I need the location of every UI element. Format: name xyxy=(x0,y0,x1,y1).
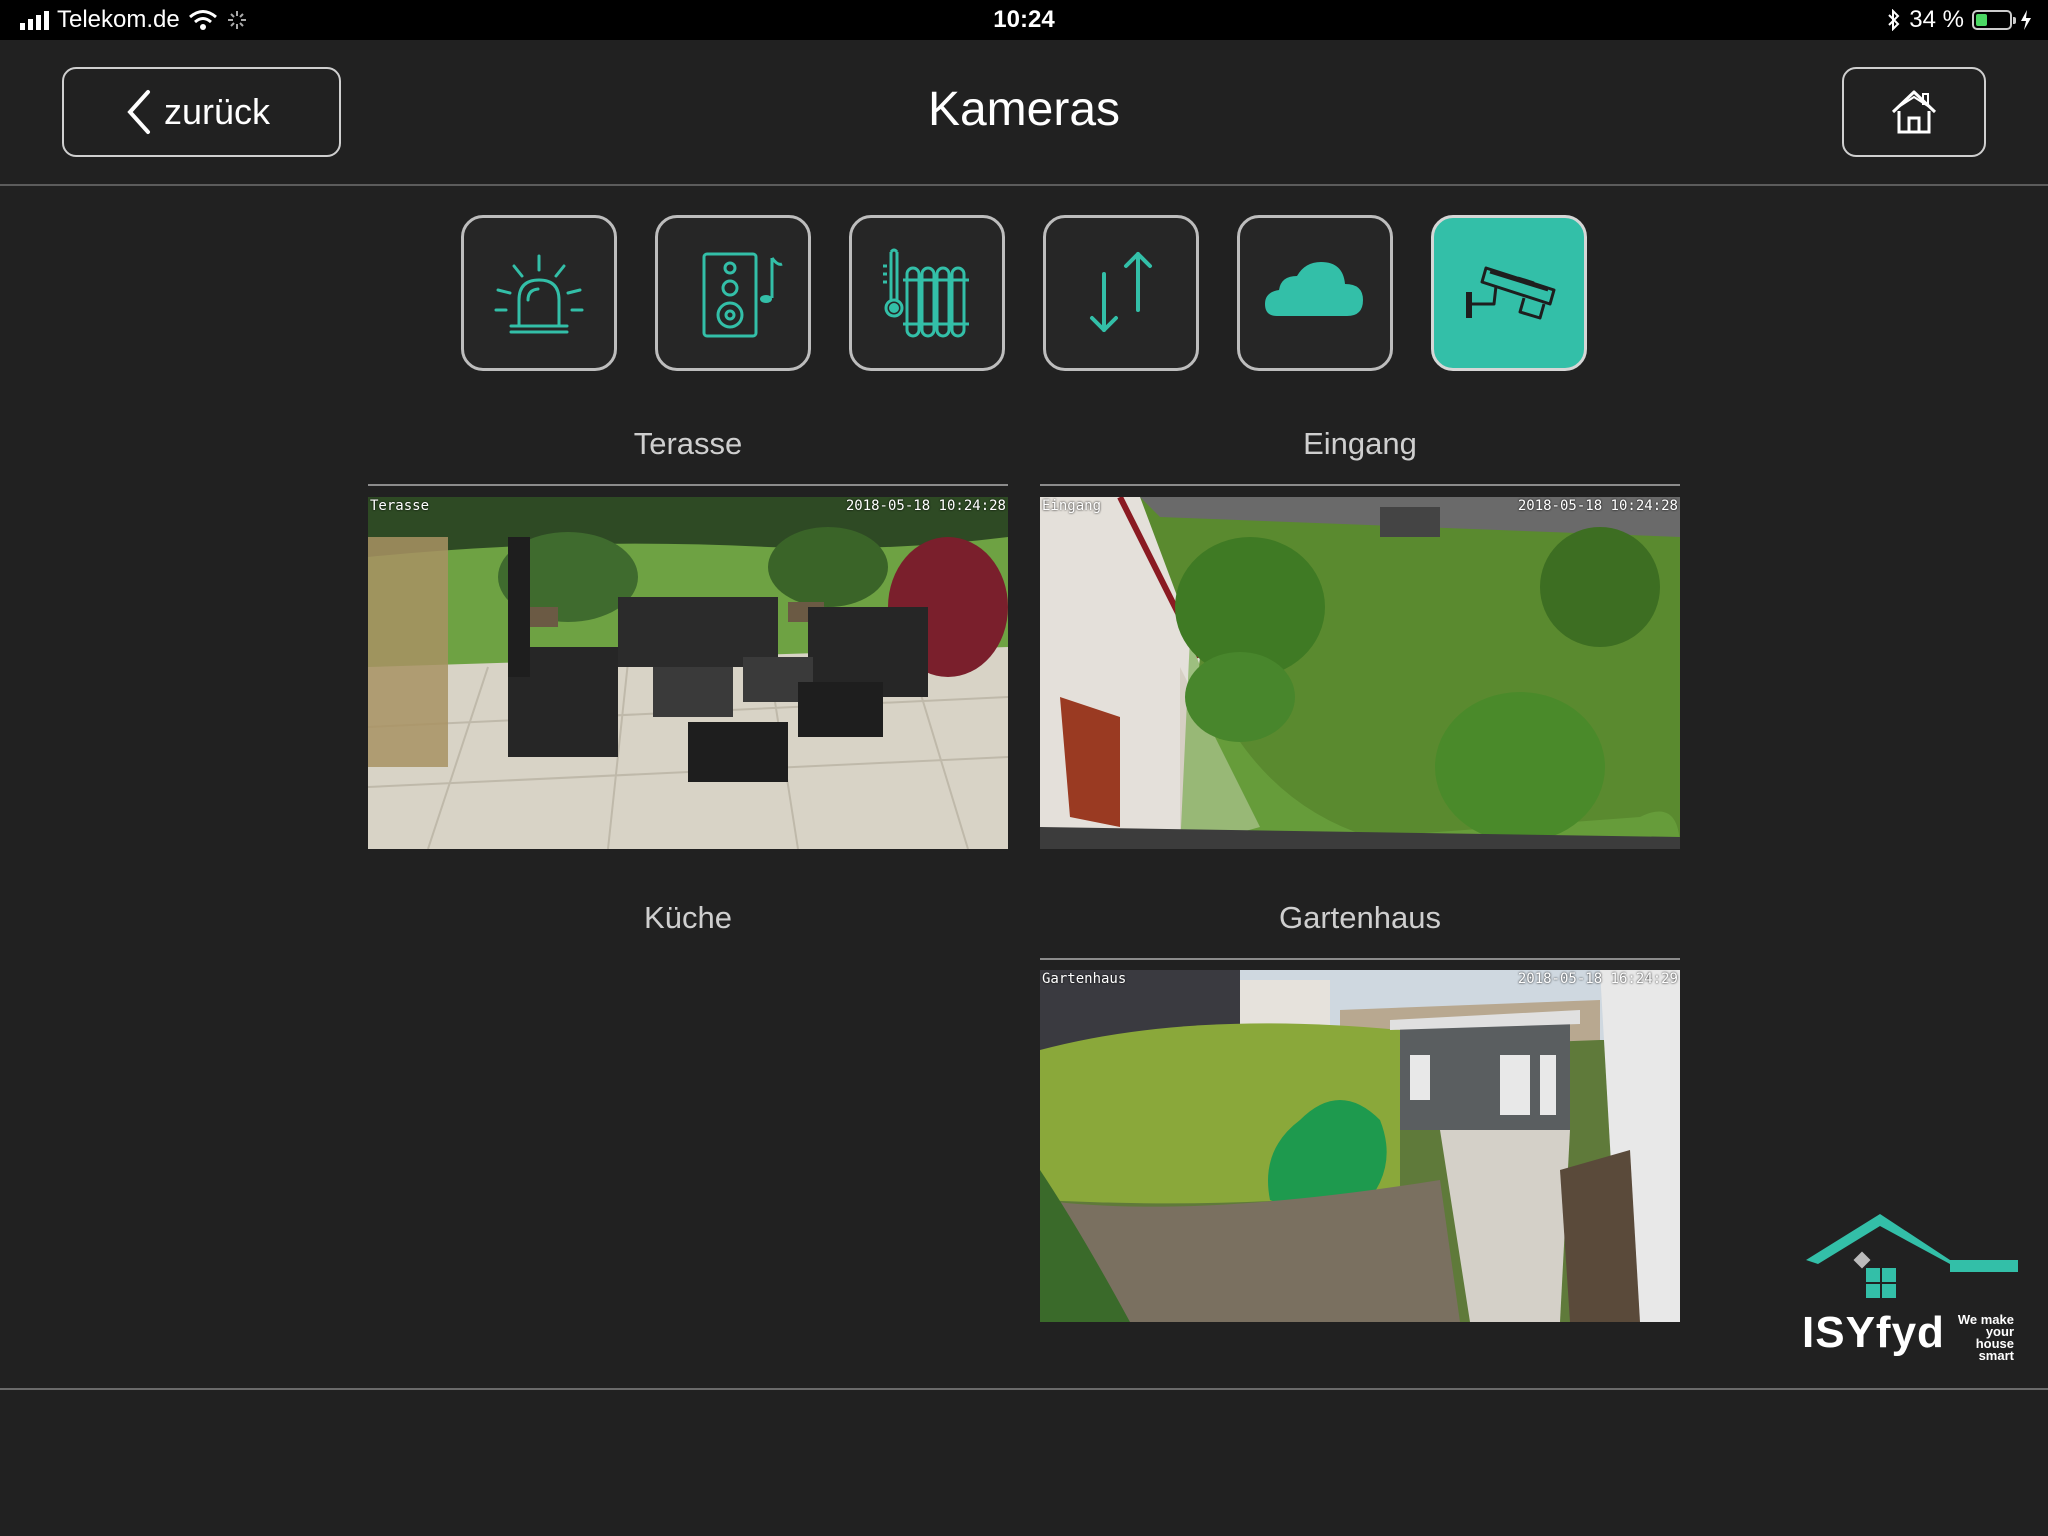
footer-divider xyxy=(0,1388,2048,1390)
camera-feed-gartenhaus[interactable]: Gartenhaus 2018-05-18 16:24:29 xyxy=(1040,970,1680,1322)
status-time: 10:24 xyxy=(993,6,1055,33)
status-bar: Telekom.de 10:24 34 % xyxy=(0,0,2048,40)
camera-title-eingang: Eingang xyxy=(1303,426,1417,461)
house-logo-icon xyxy=(1806,1214,2018,1298)
battery-percent: 34 % xyxy=(1909,6,1964,33)
siren-icon xyxy=(494,254,584,334)
up-down-arrows-icon xyxy=(1090,252,1152,332)
camera-feed-eingang[interactable]: Eingang 2018-05-18 10:24:28 xyxy=(1040,497,1680,849)
camera-image-terasse xyxy=(368,497,1008,849)
brand-logo: ISYfyd We make your house smart xyxy=(1800,1210,2020,1363)
nav-header: zurück Kameras xyxy=(0,40,2048,186)
bluetooth-icon xyxy=(1888,9,1900,31)
camera-divider xyxy=(1040,958,1680,960)
camera-image-gartenhaus xyxy=(1040,970,1680,1322)
category-heating[interactable] xyxy=(849,215,1005,371)
category-audio[interactable] xyxy=(655,215,811,371)
osd-camera-name: Gartenhaus xyxy=(1042,971,1127,987)
radiator-thermometer-icon xyxy=(883,248,969,338)
camera-image-eingang xyxy=(1040,497,1680,849)
camera-divider xyxy=(368,484,1008,486)
category-alarm[interactable] xyxy=(461,215,617,371)
brand-tagline-line: your house xyxy=(1975,1324,2014,1351)
home-button[interactable] xyxy=(1842,67,1986,157)
brand-name: ISYfyd xyxy=(1802,1308,1945,1357)
security-camera-icon xyxy=(1466,266,1556,320)
osd-camera-name: Eingang xyxy=(1042,498,1102,514)
osd-timestamp: 2018-05-18 16:24:29 xyxy=(1517,971,1678,987)
speaker-music-icon xyxy=(702,252,783,338)
camera-title-terasse: Terasse xyxy=(633,426,743,461)
osd-timestamp: 2018-05-18 10:24:28 xyxy=(845,498,1006,514)
camera-feed-terasse[interactable]: Terasse 2018-05-18 10:24:28 xyxy=(368,497,1008,849)
category-weather[interactable] xyxy=(1237,215,1393,371)
category-cameras[interactable] xyxy=(1431,215,1587,371)
osd-timestamp: 2018-05-18 10:24:28 xyxy=(1517,498,1678,514)
category-bar xyxy=(461,215,1587,371)
camera-title-gartenhaus: Gartenhaus xyxy=(1279,900,1441,935)
camera-title-kueche: Küche xyxy=(644,900,732,935)
category-shutters[interactable] xyxy=(1043,215,1199,371)
camera-divider xyxy=(1040,484,1680,486)
osd-camera-name: Terasse xyxy=(370,498,430,514)
home-icon xyxy=(1891,90,1937,134)
page-title: Kameras xyxy=(927,83,1121,136)
charging-icon xyxy=(2021,10,2031,30)
brand-tagline: We make your house smart xyxy=(1948,1313,2014,1363)
cloud-icon xyxy=(1265,262,1363,316)
battery-icon xyxy=(1972,10,2016,30)
brand-tagline-line: smart xyxy=(1978,1348,2014,1363)
status-right: 34 % xyxy=(1887,6,2032,34)
